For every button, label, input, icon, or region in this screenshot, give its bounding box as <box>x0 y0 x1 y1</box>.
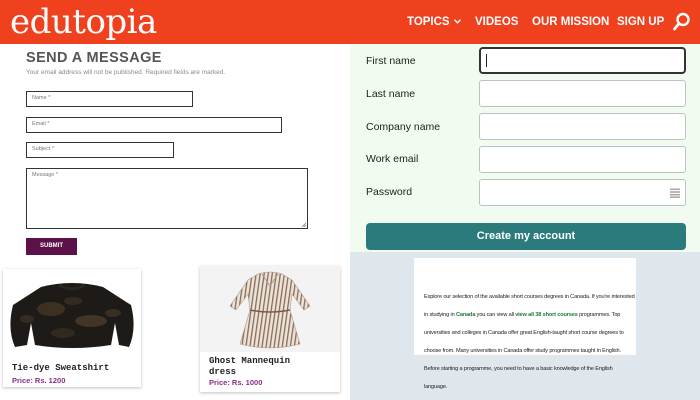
message-textarea[interactable]: Message * <box>26 168 308 229</box>
subject-placeholder: Subject * <box>32 146 55 152</box>
name-field[interactable]: Name * <box>26 91 193 107</box>
product-price: Price: Rs. 1200 <box>12 376 66 385</box>
message-form-subtitle: Your email address will not be published… <box>26 69 226 76</box>
site-header: edutopia TOPICS VIDEOS OUR MISSION SIGN … <box>0 0 700 44</box>
product-card[interactable]: Tie-dye Sweatshirt Price: Rs. 1200 <box>3 269 141 387</box>
nav-our-mission[interactable]: OUR MISSION <box>532 14 609 30</box>
password-input[interactable] <box>479 179 686 206</box>
work-email-input[interactable] <box>479 146 686 173</box>
first-name-label: First name <box>366 55 416 67</box>
message-placeholder: Message * <box>32 172 58 178</box>
last-name-label: Last name <box>366 88 416 100</box>
password-label: Password <box>366 186 413 198</box>
resize-grip-icon[interactable] <box>301 222 306 227</box>
nav-topics-label: TOPICS <box>407 16 450 28</box>
company-name-input[interactable] <box>479 113 686 140</box>
product-image[interactable] <box>200 266 340 352</box>
canada-link[interactable]: Canada <box>456 312 475 318</box>
first-name-input[interactable] <box>479 47 686 74</box>
password-manager-icon[interactable] <box>670 188 680 198</box>
email-placeholder: Email * <box>32 121 50 127</box>
product-image[interactable] <box>3 269 141 355</box>
product-grid: Tie-dye Sweatshirt Price: Rs. 1200 Ghost… <box>0 266 350 400</box>
course-info-text: Explore our selection of the available s… <box>424 288 636 396</box>
signup-form: First name Last name Company name Work e… <box>350 44 700 252</box>
dress-image <box>229 271 311 349</box>
site-logo[interactable]: edutopia <box>10 2 157 42</box>
nav-sign-up[interactable]: SIGN UP <box>617 14 664 30</box>
subject-field[interactable]: Subject * <box>26 142 174 158</box>
sweatshirt-image <box>10 283 134 348</box>
course-info-panel: Explore our selection of the available s… <box>350 252 700 400</box>
product-card[interactable]: Ghost Mannequin dress Price: Rs. 1000 <box>200 266 340 392</box>
name-placeholder: Name * <box>32 95 51 101</box>
info-text-3: programmes. Top universities and college… <box>424 312 624 390</box>
chevron-down-icon <box>453 19 461 24</box>
message-form: SEND A MESSAGE Your email address will n… <box>0 44 350 266</box>
nav-videos[interactable]: VIDEOS <box>475 14 518 30</box>
product-name[interactable]: Tie-dye Sweatshirt <box>12 363 137 374</box>
course-info-box: Explore our selection of the available s… <box>414 258 636 390</box>
work-email-label: Work email <box>366 153 419 165</box>
text-caret <box>486 54 487 67</box>
product-name[interactable]: Ghost Mannequin dress <box>209 356 319 378</box>
search-icon[interactable] <box>673 12 691 32</box>
submit-button[interactable]: SUBMIT <box>26 238 77 255</box>
last-name-input[interactable] <box>479 80 686 107</box>
product-price: Price: Rs. 1000 <box>209 378 263 387</box>
message-form-title: SEND A MESSAGE <box>26 50 162 66</box>
email-field[interactable]: Email * <box>26 117 282 133</box>
nav-topics[interactable]: TOPICS <box>407 14 461 30</box>
create-account-button[interactable]: Create my account <box>366 223 686 250</box>
view-all-courses-link[interactable]: view all 38 short courses <box>515 312 578 318</box>
company-name-label: Company name <box>366 121 441 133</box>
info-text-2: you can view all <box>475 312 516 318</box>
